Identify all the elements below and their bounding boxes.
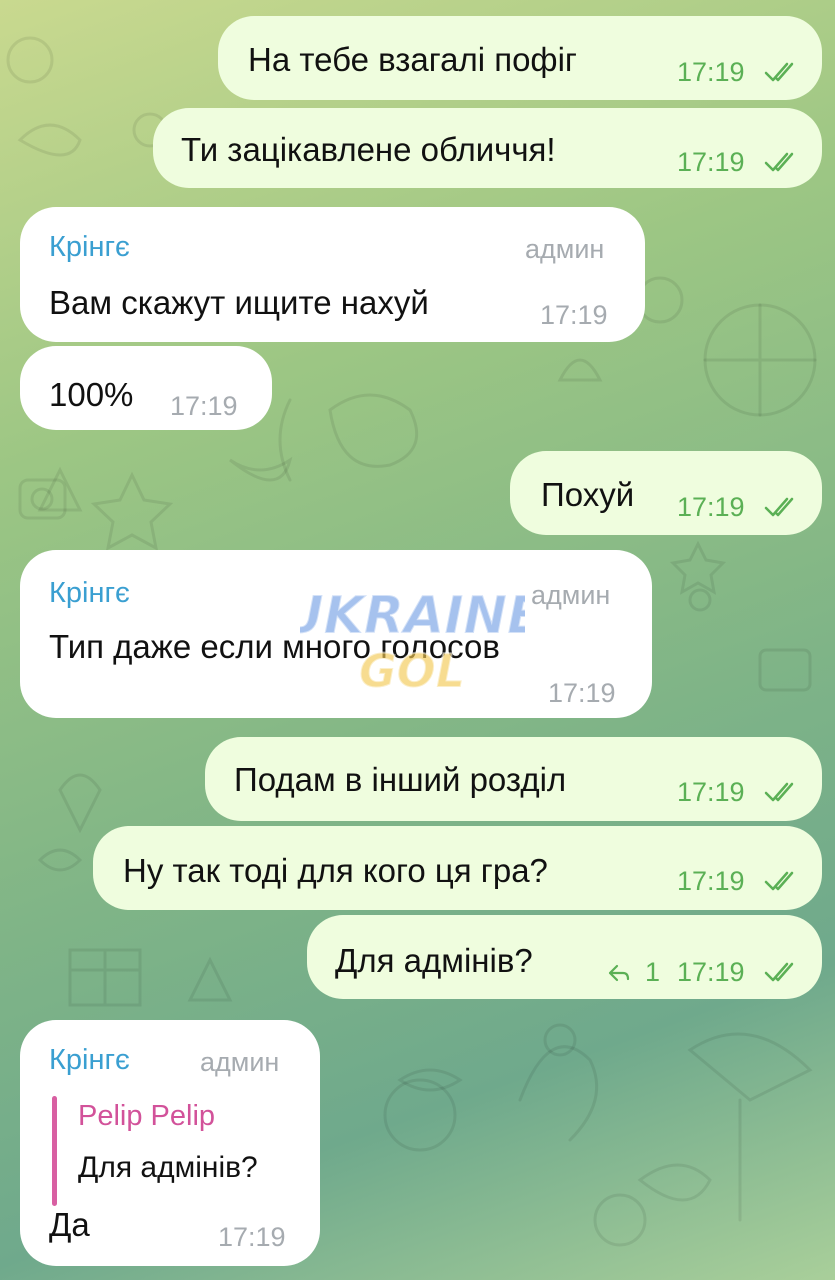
sender-name[interactable]: Крінгє [49, 577, 130, 610]
double-check-icon [764, 962, 794, 982]
message-time: 17:19 [540, 300, 608, 330]
message-text: На тебе взагалі пофіг [248, 41, 577, 78]
sender-name[interactable]: Крінгє [49, 1044, 130, 1077]
message-text: Подам в інший розділ [234, 761, 567, 798]
incoming-message[interactable]: Крінгє админ Pelip Pelip Для адмінів? Да… [20, 1020, 320, 1266]
reply-quote-bar [52, 1096, 57, 1206]
message-text: Ну так тоді для кого ця гра? [123, 852, 548, 889]
sender-name[interactable]: Крінгє [49, 231, 130, 264]
message-text: Да [49, 1206, 90, 1243]
outgoing-message[interactable]: Для адмінів? 1 17:19 [307, 915, 822, 999]
message-time: 17:19 [677, 147, 745, 177]
outgoing-message[interactable]: Ти зацікавлене обличчя! 17:19 [153, 108, 822, 188]
reply-arrow-icon[interactable] [607, 963, 631, 983]
admin-badge: админ [200, 1047, 280, 1077]
incoming-message[interactable]: Крінгє админ Тип даже если много голосов… [20, 550, 652, 718]
outgoing-message[interactable]: Подам в інший розділ 17:19 [205, 737, 822, 821]
outgoing-message[interactable]: Ну так тоді для кого ця гра? 17:19 [93, 826, 822, 910]
double-check-icon [764, 497, 794, 517]
incoming-message[interactable]: Крінгє админ Вам скажут ищите нахуй 17:1… [20, 207, 645, 342]
message-text: Похуй [541, 476, 635, 513]
message-text: Ти зацікавлене обличчя! [181, 131, 556, 168]
message-time: 17:19 [170, 391, 238, 421]
double-check-icon [764, 152, 794, 172]
reply-quote-text[interactable]: Для адмінів? [78, 1151, 258, 1185]
double-check-icon [764, 62, 794, 82]
admin-badge: админ [531, 580, 611, 610]
message-text: 100% [49, 376, 134, 413]
double-check-icon [764, 782, 794, 802]
message-text: Для адмінів? [335, 942, 533, 979]
message-time: 17:19 [677, 777, 745, 807]
message-time: 17:19 [677, 866, 745, 896]
message-time: 17:19 [677, 57, 745, 87]
double-check-icon [764, 871, 794, 891]
message-text: Вам скажут ищите нахуй [49, 284, 429, 321]
outgoing-message[interactable]: Похуй 17:19 [510, 451, 822, 535]
reply-quote-sender[interactable]: Pelip Pelip [78, 1100, 215, 1133]
admin-badge: админ [525, 234, 605, 264]
message-time: 17:19 [677, 492, 745, 522]
reply-count[interactable]: 1 [645, 957, 660, 988]
message-text: Тип даже если много голосов [49, 628, 500, 665]
incoming-message[interactable]: 100% 17:19 [20, 346, 272, 430]
message-time: 17:19 [548, 678, 616, 708]
message-time: 17:19 [677, 957, 745, 987]
outgoing-message[interactable]: На тебе взагалі пофіг 17:19 [218, 16, 822, 100]
message-time: 17:19 [218, 1222, 286, 1252]
